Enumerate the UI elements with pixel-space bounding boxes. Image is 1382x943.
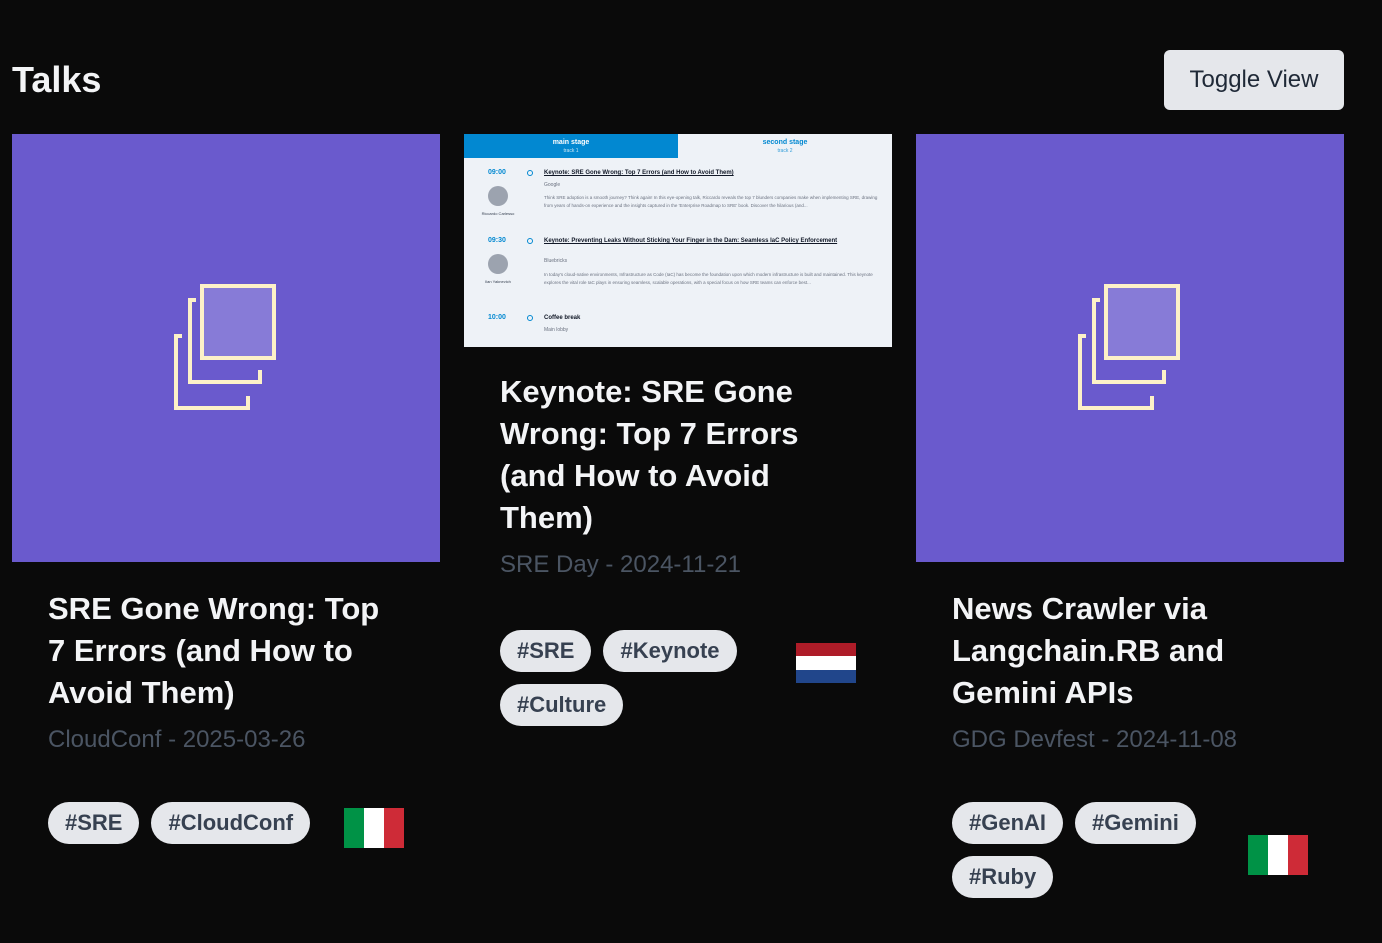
talk-card[interactable]: News Crawler via Langchain.RB and Gemini…	[916, 134, 1344, 943]
gallery-icon	[1078, 284, 1180, 410]
talk-event-date: GDG Devfest - 2024-11-08	[952, 726, 1238, 753]
talk-card[interactable]: main stage track 1 second stage track 2 …	[464, 134, 892, 943]
image-placeholder	[916, 134, 1344, 562]
netherlands-flag-icon	[796, 643, 856, 683]
talk-title[interactable]: News Crawler via Langchain.RB and Gemini…	[952, 588, 1308, 714]
talk-card[interactable]: SRE Gone Wrong: Top 7 Errors (and How to…	[12, 134, 440, 943]
tag-chip[interactable]: #CloudConf	[151, 802, 311, 844]
tag-chip[interactable]: #SRE	[48, 802, 140, 844]
main-stage-tab: main stage track 1	[464, 134, 678, 158]
speaker-avatar	[488, 254, 508, 274]
speaker-avatar	[488, 186, 508, 206]
tag-chip[interactable]: #Culture	[500, 684, 624, 726]
page-title: Talks	[12, 59, 102, 100]
gallery-icon	[174, 284, 276, 410]
second-stage-tab: second stage track 2	[678, 134, 892, 158]
tag-chip[interactable]: #Keynote	[603, 630, 737, 672]
image-placeholder	[12, 134, 440, 562]
toggle-view-button[interactable]: Toggle View	[1164, 50, 1344, 110]
schedule-thumbnail: main stage track 1 second stage track 2 …	[464, 134, 892, 347]
italy-flag-icon	[1248, 835, 1308, 875]
italy-flag-icon	[344, 808, 404, 848]
tag-chip[interactable]: #GenAI	[952, 802, 1064, 844]
talk-event-date: CloudConf - 2025-03-26	[48, 726, 306, 753]
talk-event-date: SRE Day - 2024-11-21	[500, 551, 742, 578]
tag-chip[interactable]: #Gemini	[1075, 802, 1196, 844]
talk-title[interactable]: Keynote: SRE Gone Wrong: Top 7 Errors (a…	[500, 371, 856, 539]
header: Talks Toggle View	[12, 50, 1344, 110]
talk-title[interactable]: SRE Gone Wrong: Top 7 Errors (and How to…	[48, 588, 404, 714]
tag-chip[interactable]: #SRE	[500, 630, 592, 672]
tag-chip[interactable]: #Ruby	[952, 856, 1054, 898]
